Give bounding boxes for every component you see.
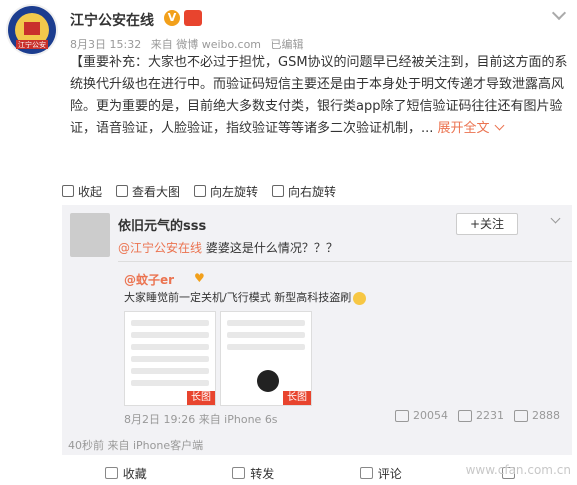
post-header: 江宁公安 江宁公安在线 V 8月3日 15:32 来自 微博 weibo.com… [0, 0, 577, 60]
comment-count: 2231 [476, 409, 504, 422]
long-image-tag: 长图 [283, 391, 311, 405]
quoted-text: 大家睡觉前一定关机/飞行模式 新型高科技盗刷 [124, 289, 367, 305]
retweet-card: 依旧元气的sss +关注 @江宁公安在线 婆婆这是什么情况？？？ @蚊子er ♥… [62, 205, 572, 455]
verified-icon: V [164, 10, 180, 26]
rotate-left-icon [194, 185, 207, 197]
rotate-right-label: 向右旋转 [288, 184, 337, 199]
police-badge-icon: 江宁公安 [8, 6, 56, 54]
rotate-left-label: 向左旋转 [210, 184, 259, 199]
forward-stat[interactable]: 20054 [395, 409, 448, 422]
long-image-tag: 长图 [187, 391, 215, 405]
chevron-down-icon[interactable] [551, 8, 567, 18]
quoted-meta: 8月2日 19:26 来自 iPhone 6s [124, 413, 278, 426]
divider [118, 261, 572, 262]
collapse-button[interactable]: 收起 [62, 183, 102, 200]
post-body: 【重要补充：大家也不必过于担忧，GSM协议的问题早已经被关注到，目前这方面的系统… [70, 52, 570, 140]
post-date[interactable]: 8月3日 15:32 [70, 38, 141, 51]
image-toolbar: 收起 查看大图 向左旋转 向右旋转 [62, 180, 572, 202]
post-text: 【重要补充：大家也不必过于担忧，GSM协议的问题早已经被关注到，目前这方面的系统… [70, 55, 568, 136]
long-image-thumbnail[interactable]: 长图 [220, 311, 312, 406]
post-edited[interactable]: 已编辑 [271, 38, 304, 51]
rotate-left-button[interactable]: 向左旋转 [194, 183, 258, 200]
emoji-icon [353, 291, 367, 305]
thumbnail-content [227, 320, 305, 356]
like-icon [514, 409, 528, 422]
follow-button[interactable]: +关注 [456, 213, 518, 235]
favorite-icon [104, 467, 118, 479]
long-image-thumbnail[interactable]: 长图 [124, 311, 216, 406]
police-badge-avatar[interactable]: 江宁公安 [6, 4, 58, 56]
forward-icon [232, 467, 246, 479]
user-badge-icon: ♥ [194, 271, 205, 285]
comment-label: 评论 [377, 466, 402, 481]
comment-button[interactable]: 评论 [317, 465, 445, 482]
chevron-down-icon[interactable] [550, 215, 562, 223]
magnifier-icon [116, 185, 129, 197]
mention-link[interactable]: @江宁公安在线 [118, 241, 202, 255]
like-count: 2888 [532, 409, 560, 422]
post-source: 来自 微博 weibo.com [150, 38, 262, 51]
like-stat[interactable]: 2888 [514, 409, 560, 422]
quoted-author[interactable]: @蚊子er [124, 271, 174, 288]
rotate-right-button[interactable]: 向右旋转 [272, 183, 336, 200]
forward-icon [395, 409, 409, 422]
rotate-right-icon [272, 185, 285, 197]
comment-stat[interactable]: 2231 [458, 409, 504, 422]
thumbnail-content [131, 320, 209, 392]
forward-button[interactable]: 转发 [190, 465, 318, 482]
devil-image-icon [257, 370, 279, 392]
svg-text:江宁公安: 江宁公安 [18, 40, 46, 49]
view-large-label: 查看大图 [132, 184, 181, 199]
retweet-time: 40秒前 来自 iPhone客户端 [68, 439, 204, 452]
avatar[interactable] [70, 213, 110, 257]
favorite-label: 收藏 [122, 466, 147, 481]
favorite-button[interactable]: 收藏 [62, 465, 190, 482]
quoted-stats: 20054 2231 2888 [395, 409, 560, 422]
collapse-label: 收起 [78, 184, 103, 199]
medal-icon [184, 10, 202, 26]
comment-icon [458, 409, 472, 422]
comment-icon [359, 467, 373, 479]
expand-full-text-link[interactable]: 展开全文 [438, 121, 490, 136]
quoted-text-content: 大家睡觉前一定关机/飞行模式 新型高科技盗刷 [124, 291, 352, 304]
post-author[interactable]: 江宁公安在线 [70, 10, 154, 30]
retweet-author[interactable]: 依旧元气的sss [118, 215, 206, 234]
retweet-comment-text: 婆婆这是什么情况？？？ [202, 241, 338, 255]
post-meta: 8月3日 15:32 来自 微博 weibo.com 已编辑 [70, 36, 310, 52]
forward-count: 20054 [413, 409, 448, 422]
chevron-down-icon [494, 120, 505, 131]
watermark: www.cfan.com.cn [465, 463, 571, 477]
retweet-comment: @江宁公安在线 婆婆这是什么情况？？？ [118, 239, 338, 256]
forward-label: 转发 [250, 466, 275, 481]
view-large-button[interactable]: 查看大图 [116, 183, 180, 200]
collapse-icon [62, 185, 74, 197]
